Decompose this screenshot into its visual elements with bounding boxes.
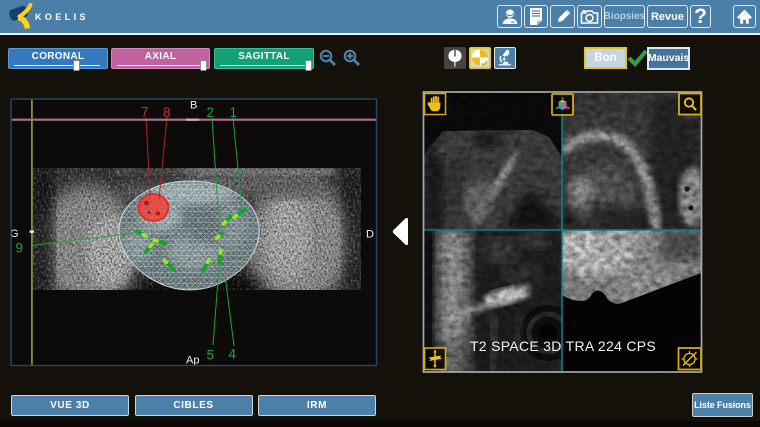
svg-text:T2 SPACE 3D TRA 224 CPS: T2 SPACE 3D TRA 224 CPS	[470, 338, 656, 354]
